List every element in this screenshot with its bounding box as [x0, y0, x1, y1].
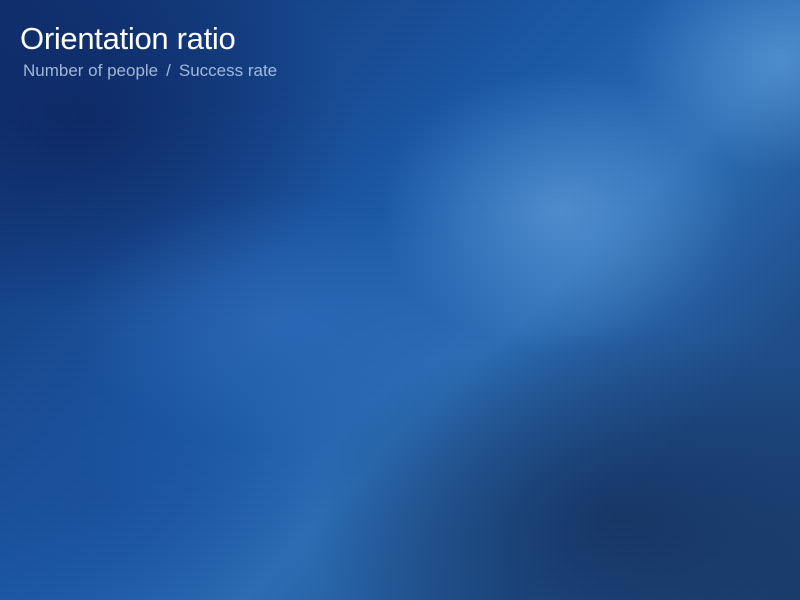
slide-subtitle: Number of people / Success rate	[23, 60, 277, 82]
subtitle-number-of-people: Number of people	[23, 61, 159, 80]
slide-header: Orientation ratio Number of people / Succe…	[20, 20, 277, 82]
slide-title: Orientation ratio	[20, 21, 236, 56]
subtitle-separator: /	[166, 61, 171, 80]
subtitle-success-rate: Success rate	[178, 61, 278, 80]
background-noise-texture	[0, 0, 800, 600]
